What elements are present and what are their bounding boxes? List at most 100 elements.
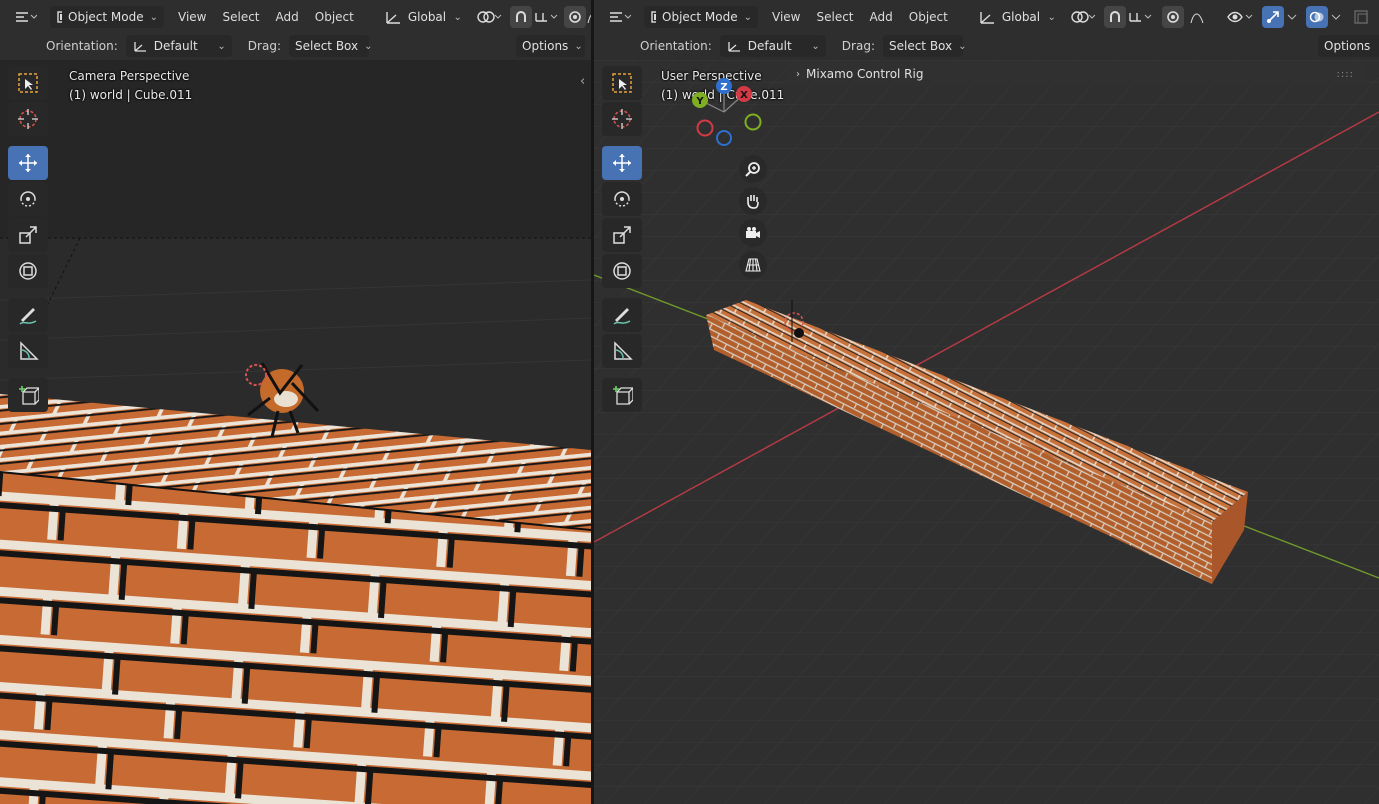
- zoom-icon[interactable]: [739, 155, 767, 183]
- gizmo-neg-x[interactable]: [696, 119, 714, 137]
- annotate-tool-icon[interactable]: [602, 298, 642, 332]
- chevron-down-icon: ⌄: [958, 40, 967, 52]
- drag-dropdown[interactable]: Select Box ⌄: [882, 35, 967, 57]
- navigation-gizmo[interactable]: Z X Y: [690, 72, 770, 152]
- measure-tool-icon[interactable]: [602, 334, 642, 368]
- menu-select[interactable]: Select: [808, 6, 861, 28]
- pivot-point-icon[interactable]: [1066, 6, 1100, 28]
- menu-add[interactable]: Add: [268, 6, 307, 28]
- menu-view[interactable]: View: [170, 6, 214, 28]
- gizmo-toggle-icon[interactable]: [1261, 6, 1284, 28]
- visibility-icon[interactable]: [1224, 6, 1256, 28]
- gizmo-neg-z[interactable]: [716, 130, 732, 146]
- mode-dropdown[interactable]: Object Mode ⌄: [50, 6, 164, 28]
- options-label: Options: [1324, 39, 1371, 53]
- snap-target-icon[interactable]: [532, 6, 562, 28]
- add-cube-tool-icon[interactable]: [602, 378, 642, 412]
- header-row-tool-settings: Orientation: Default ⌄ Drag: Select Box …: [46, 31, 373, 61]
- editor-type-icon[interactable]: [8, 6, 42, 28]
- measure-tool-icon[interactable]: [8, 334, 48, 368]
- object-mode-icon: [651, 11, 657, 23]
- gizmo-y-label: Y: [695, 96, 704, 107]
- drag-dropdown[interactable]: Select Box ⌄: [288, 35, 373, 57]
- global-axes-icon: [980, 12, 994, 24]
- orientation-dropdown[interactable]: Default ⌄: [719, 35, 826, 57]
- cursor-tool-icon[interactable]: [602, 102, 642, 136]
- view-context: (1) world | Cube.011: [69, 88, 193, 102]
- orientation-label: Orientation:: [46, 39, 118, 53]
- chevron-down-icon: ⌄: [217, 40, 226, 52]
- proportional-editing-icon[interactable]: [563, 6, 586, 28]
- orientation-label: Orientation:: [640, 39, 712, 53]
- menu-add[interactable]: Add: [862, 6, 901, 28]
- menu-object[interactable]: Object: [901, 6, 956, 28]
- xray-toggle-icon[interactable]: [1350, 6, 1372, 28]
- transform-space-dropdown[interactable]: Global ⌄: [378, 6, 468, 28]
- gizmo-x-label: X: [740, 90, 748, 101]
- mode-label: Object Mode: [662, 10, 738, 24]
- object-mode-icon: [57, 11, 63, 23]
- chevron-down-icon: ⌄: [364, 40, 373, 52]
- left-3d-viewport[interactable]: Object Mode ⌄ View Select Add Object Glo…: [0, 0, 591, 804]
- drag-value: Select Box: [294, 39, 359, 53]
- transform-space-dropdown[interactable]: Global ⌄: [972, 6, 1062, 28]
- orientation-axes-icon: [728, 42, 740, 52]
- gizmo-z-label: Z: [720, 82, 727, 93]
- rotate-tool-icon[interactable]: [8, 182, 48, 216]
- snap-toggle-icon[interactable]: [509, 6, 532, 28]
- cursor-tool-icon[interactable]: [8, 102, 48, 136]
- viewport-canvas-left[interactable]: [0, 60, 591, 804]
- perspective-toggle-icon[interactable]: [739, 251, 767, 279]
- move-tool-icon[interactable]: [8, 146, 48, 180]
- viewport-info-left: Camera Perspective (1) world | Cube.011: [69, 67, 192, 105]
- proportional-editing-icon[interactable]: [1161, 6, 1184, 28]
- overlays-toggle-icon[interactable]: [1305, 6, 1328, 28]
- pivot-point-icon[interactable]: [472, 6, 506, 28]
- falloff-icon[interactable]: [1184, 6, 1210, 28]
- viewport-canvas-right[interactable]: [594, 60, 1379, 804]
- viewport-header-right: Object Mode ⌄ View Select Add Object Glo…: [594, 0, 1379, 60]
- transform-tool-icon[interactable]: [602, 254, 642, 288]
- drag-handle-icon[interactable]: ::::: [1337, 69, 1354, 80]
- menu-select[interactable]: Select: [214, 6, 267, 28]
- header-row-main: Object Mode ⌄ View Select Add Object Glo…: [8, 2, 591, 32]
- drag-label: Drag:: [841, 39, 875, 53]
- drag-label: Drag:: [247, 39, 281, 53]
- chevron-right-icon: ›: [796, 68, 800, 80]
- menu-object[interactable]: Object: [307, 6, 362, 28]
- gizmo-neg-y[interactable]: [744, 113, 762, 131]
- menu-view[interactable]: View: [764, 6, 808, 28]
- pan-hand-icon[interactable]: [739, 187, 767, 215]
- scene-right: [594, 60, 1379, 804]
- chevron-down-icon[interactable]: [1284, 6, 1300, 28]
- add-cube-tool-icon[interactable]: [8, 378, 48, 412]
- snap-target-icon[interactable]: [1126, 6, 1156, 28]
- header-row-main: Object Mode ⌄ View Select Add Object Glo…: [602, 2, 1372, 32]
- orientation-value: Default: [153, 39, 198, 53]
- editor-type-icon[interactable]: [602, 6, 636, 28]
- select-box-tool-icon[interactable]: [602, 66, 642, 100]
- select-box-tool-icon[interactable]: [8, 66, 48, 100]
- scale-tool-icon[interactable]: [8, 218, 48, 252]
- chevron-down-icon: ⌄: [149, 11, 158, 23]
- character-rig[interactable]: [232, 353, 342, 453]
- annotate-tool-icon[interactable]: [8, 298, 48, 332]
- orientation-axes-icon: [134, 42, 146, 52]
- snap-toggle-icon[interactable]: [1103, 6, 1126, 28]
- drag-value: Select Box: [888, 39, 953, 53]
- collapse-sidebar-icon[interactable]: ‹: [580, 74, 585, 89]
- right-3d-viewport[interactable]: Object Mode ⌄ View Select Add Object Glo…: [594, 0, 1379, 804]
- mode-dropdown[interactable]: Object Mode ⌄: [644, 6, 758, 28]
- options-dropdown[interactable]: Options ⌄: [516, 35, 585, 57]
- move-tool-icon[interactable]: [602, 146, 642, 180]
- chevron-down-icon: ⌄: [574, 40, 583, 52]
- mixamo-control-rig-panel[interactable]: › Mixamo Control Rig ::::: [786, 62, 1366, 86]
- options-dropdown[interactable]: Options: [1318, 35, 1379, 57]
- scale-tool-icon[interactable]: [602, 218, 642, 252]
- orientation-dropdown[interactable]: Default ⌄: [125, 35, 232, 57]
- camera-view-icon[interactable]: [739, 219, 767, 247]
- toolbar-right: [602, 66, 644, 414]
- rotate-tool-icon[interactable]: [602, 182, 642, 216]
- chevron-down-icon[interactable]: [1328, 6, 1344, 28]
- transform-tool-icon[interactable]: [8, 254, 48, 288]
